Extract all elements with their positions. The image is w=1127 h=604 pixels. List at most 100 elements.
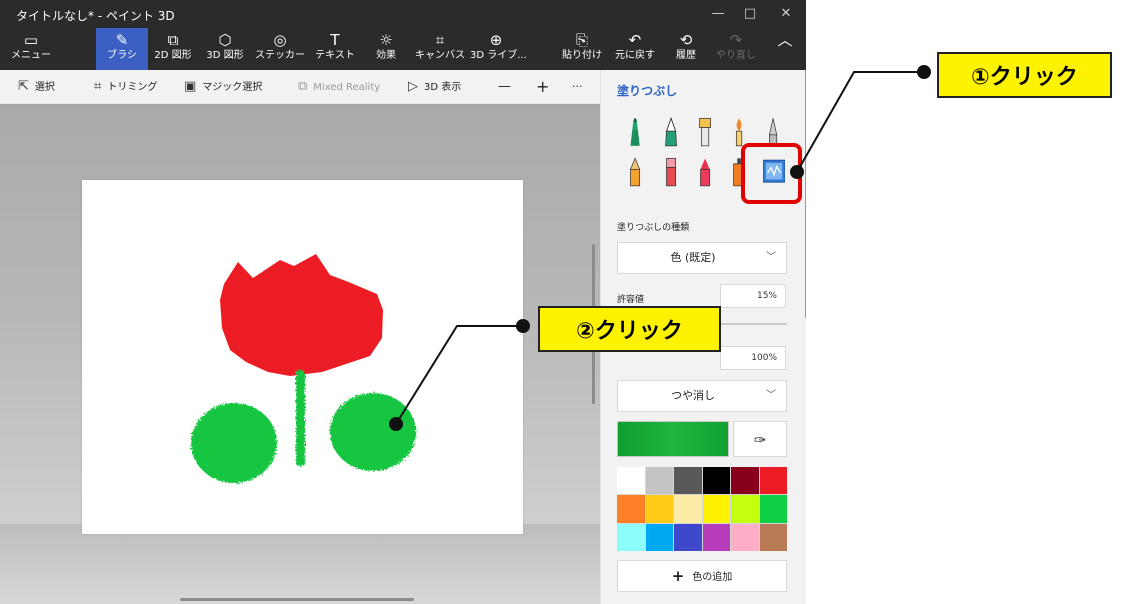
paint3d-window: タイトルなし* - ペイント 3D — □ ✕ ▭ メニュー ✎ ブラシ ⧉ 2… — [0, 0, 806, 604]
color-swatch[interactable] — [731, 467, 759, 495]
crop-tool[interactable]: ⌗ トリミング — [94, 70, 157, 104]
crayon-tool[interactable] — [695, 156, 717, 190]
tutorial-screenshot: タイトルなし* - ペイント 3D — □ ✕ ▭ メニュー ✎ ブラシ ⧉ 2… — [0, 0, 1127, 604]
close-button[interactable]: ✕ — [772, 4, 800, 24]
eyedropper-icon: ✑ — [753, 431, 767, 449]
tulip-flower[interactable] — [220, 254, 383, 376]
tulip-stem[interactable] — [296, 370, 305, 466]
eraser-tool[interactable] — [661, 156, 683, 190]
chevron-up-icon: ︿ — [777, 31, 793, 49]
color-swatch[interactable] — [645, 495, 673, 523]
color-palette — [617, 467, 787, 551]
magic-select-tool[interactable]: ▣ マジック選択 — [184, 70, 262, 104]
horizontal-scrollbar[interactable] — [180, 598, 414, 601]
callout-2-box: ②クリック — [538, 306, 721, 352]
pencil-tool[interactable] — [625, 156, 647, 190]
panel-scrollbar[interactable] — [805, 70, 806, 318]
brush-icon: ✎ — [115, 31, 129, 49]
more-options-button[interactable]: ··· — [572, 70, 583, 104]
callout-2-text: ②クリック — [576, 319, 683, 344]
tolerance-input[interactable]: 15% — [720, 284, 786, 308]
callout-1-dot-start — [917, 65, 931, 79]
color-swatch[interactable] — [617, 467, 645, 495]
ribbon-menu-label: メニュー — [11, 50, 51, 61]
crayon-icon — [700, 158, 711, 187]
canvas-area[interactable] — [0, 104, 600, 604]
fill-type-dropdown[interactable]: 色 (既定) ﹀ — [617, 242, 787, 274]
calligraphy-pen-tool[interactable] — [661, 116, 683, 150]
right-leaf-circle[interactable] — [330, 393, 416, 471]
ribbon-canvas-label: キャンバス — [415, 50, 465, 61]
ribbon-brush-button[interactable]: ✎ ブラシ — [96, 28, 148, 70]
eraser-icon — [666, 157, 677, 187]
view-3d-label: 3D 表示 — [424, 82, 462, 93]
color-swatch[interactable] — [645, 523, 673, 551]
select-label: 選択 — [34, 82, 55, 93]
color-swatch[interactable] — [674, 523, 702, 551]
color-swatch[interactable] — [674, 495, 702, 523]
ribbon-canvas-button[interactable]: ⌗ キャンバス — [412, 28, 468, 70]
magic-select-label: マジック選択 — [202, 82, 263, 93]
color-swatch[interactable] — [759, 495, 787, 523]
ribbon-text-button[interactable]: T テキスト — [312, 28, 358, 70]
history-icon: ⟲ — [679, 31, 693, 49]
paste-icon: ⎘ — [575, 31, 588, 49]
color-swatch[interactable] — [731, 495, 759, 523]
pencil-icon — [629, 157, 641, 187]
ribbon-text-label: テキスト — [315, 50, 355, 61]
maximize-button[interactable]: □ — [736, 4, 764, 24]
cursor-icon: ⇱ — [18, 79, 29, 94]
zoom-out-button[interactable]: — — [498, 70, 511, 104]
ribbon-paste-button[interactable]: ⎘ 貼り付け — [560, 28, 604, 70]
ribbon-menu-button[interactable]: ▭ メニュー — [8, 28, 54, 70]
add-color-button[interactable]: + 色の追加 — [617, 560, 787, 592]
ribbon-undo-button[interactable]: ↶ 元に戻す — [612, 28, 658, 70]
tolerance-label: 許容値 — [617, 295, 645, 305]
color-swatch[interactable] — [617, 523, 645, 551]
ribbon-3d-library-button[interactable]: ⊕ 3D ライブ... — [470, 28, 527, 70]
fill-type-value: 色 (既定) — [670, 251, 716, 264]
color-swatch[interactable] — [702, 523, 730, 551]
left-leaf-circle[interactable] — [191, 403, 277, 483]
chevron-down-icon: ﹀ — [766, 252, 776, 263]
ribbon-2d-shapes-button[interactable]: ⧉ 2D 図形 — [150, 28, 196, 70]
select-tool[interactable]: ⇱ 選択 — [18, 70, 55, 104]
color-swatch[interactable] — [759, 467, 787, 495]
oil-brush-tool[interactable] — [695, 116, 717, 150]
ribbon-effects-button[interactable]: ☼ 効果 — [364, 28, 408, 70]
ribbon-3d-shapes-button[interactable]: ⬡ 3D 図形 — [202, 28, 248, 70]
color-swatch[interactable] — [645, 467, 673, 495]
color-swatch[interactable] — [617, 495, 645, 523]
mixed-reality-tool[interactable]: ⧉ Mixed Reality — [298, 70, 380, 104]
ribbon-collapse-button[interactable]: ︿ — [772, 28, 798, 70]
color-swatch[interactable] — [731, 523, 759, 551]
callout-1-text: ①クリック — [971, 65, 1078, 90]
view-3d-toggle[interactable]: ▷ 3D 表示 — [408, 70, 461, 104]
ribbon-sticker-button[interactable]: ◎ ステッカー — [252, 28, 308, 70]
calligraphy-pen-icon — [665, 116, 677, 147]
current-color-swatch[interactable] — [617, 421, 729, 457]
color-swatch[interactable] — [702, 467, 730, 495]
color-swatch[interactable] — [702, 495, 730, 523]
minimize-button[interactable]: — — [704, 4, 732, 24]
undo-icon: ↶ — [628, 31, 642, 49]
ribbon-redo-button[interactable]: ↷ やり直し — [714, 28, 758, 70]
zoom-in-button[interactable]: + — [536, 70, 549, 104]
ribbon-effects-label: 効果 — [376, 50, 396, 61]
canvas-toolbar: ⇱ 選択 ⌗ トリミング ▣ マジック選択 ⧉ Mixed Reality ▷ 3D 表示… — [0, 70, 600, 104]
ribbon-history-button[interactable]: ⟲ 履歴 — [664, 28, 708, 70]
ribbon-brush-label: ブラシ — [107, 50, 137, 61]
tulip-drawing — [191, 254, 416, 483]
color-swatch[interactable] — [674, 467, 702, 495]
drawing-canvas[interactable] — [82, 180, 523, 534]
shapes-2d-icon: ⧉ — [167, 31, 179, 49]
opacity-input[interactable]: 100% — [720, 346, 786, 370]
title-bar: タイトルなし* - ペイント 3D — □ ✕ — [0, 0, 806, 28]
finish-dropdown[interactable]: つや消し ﹀ — [617, 380, 787, 412]
fill-tool-highlight — [741, 143, 802, 204]
crop-icon: ⌗ — [94, 79, 102, 94]
eyedropper-button[interactable]: ✑ — [733, 421, 787, 457]
marker-tool[interactable] — [625, 116, 647, 150]
color-swatch[interactable] — [759, 523, 787, 551]
marker-icon — [630, 118, 640, 146]
